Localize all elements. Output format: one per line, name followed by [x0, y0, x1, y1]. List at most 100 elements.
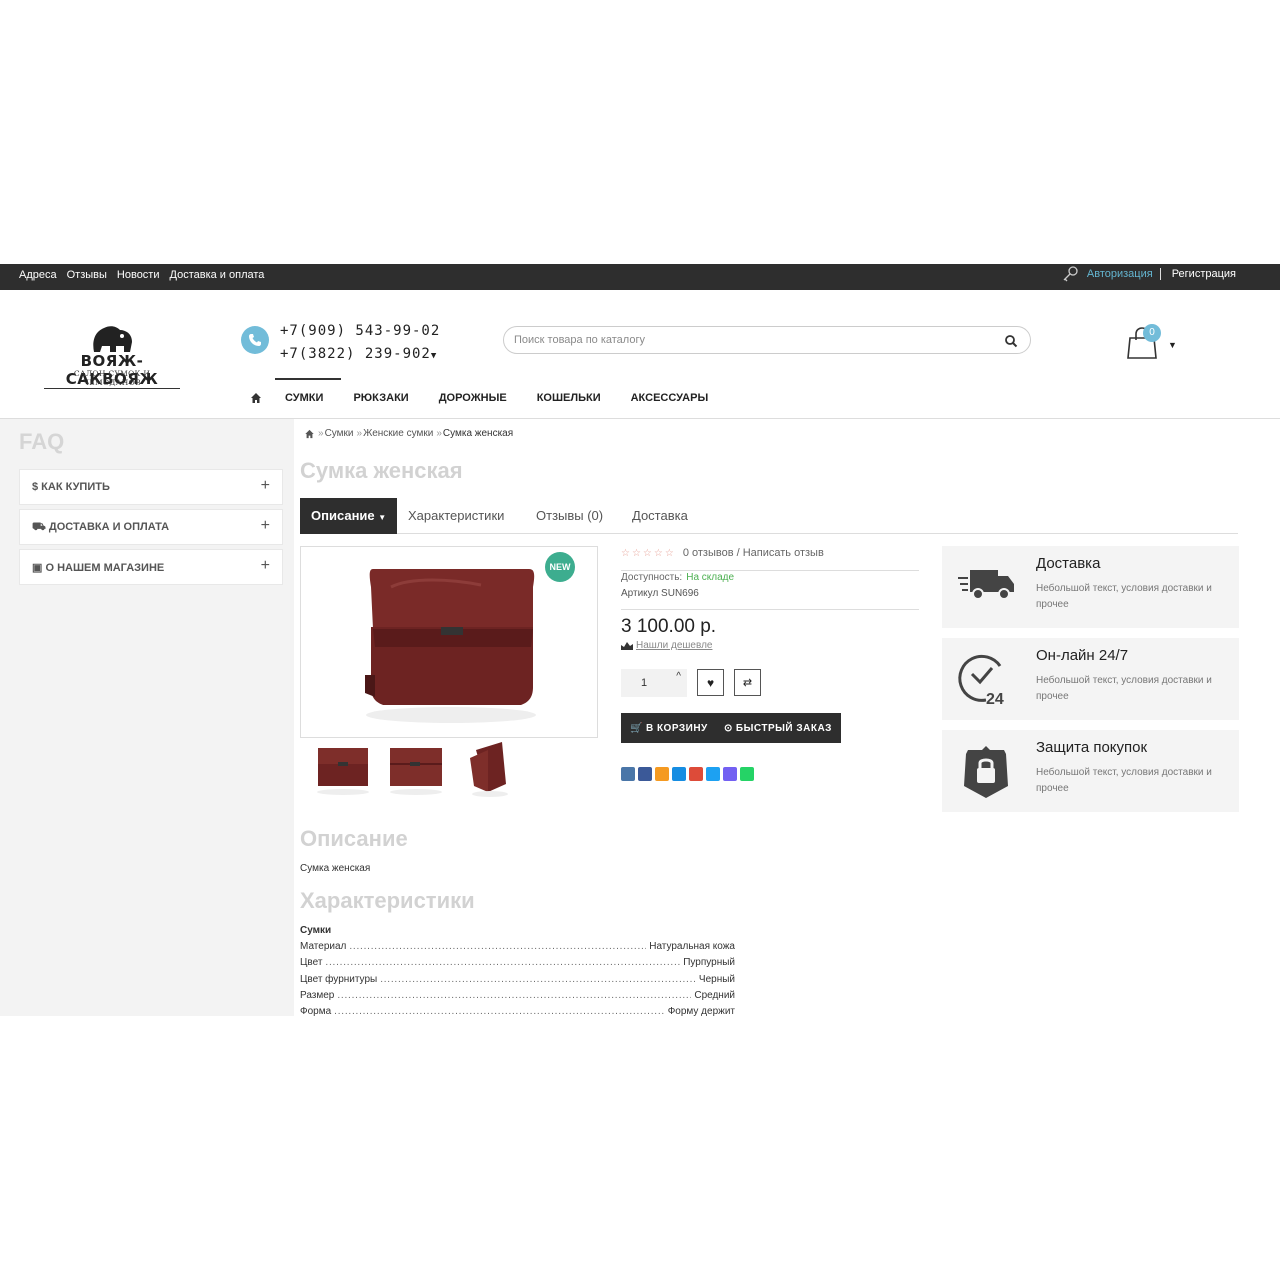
nav-item-wallets[interactable]: КОШЕЛЬКИ — [537, 392, 601, 404]
mailru-icon[interactable] — [672, 767, 686, 781]
breadcrumb: » Сумки » Женские сумки » Сумка женская — [304, 428, 513, 439]
phone-2-row[interactable]: +7(3822) 239-902▼ — [280, 343, 440, 368]
googleplus-icon[interactable] — [689, 767, 703, 781]
top-link-addresses[interactable]: Адреса — [19, 269, 57, 281]
spec-row: Размер Средний — [300, 990, 735, 1006]
faq-item-label-row: ▣ О НАШЕМ МАГАЗИНЕ — [32, 561, 164, 574]
spec-row: Материал Натуральная кожа — [300, 941, 735, 957]
rating-stars: ☆☆☆☆☆ — [621, 547, 676, 559]
product-rating: ☆☆☆☆☆ 0 отзывов / Написать отзыв — [621, 547, 824, 559]
faq-item-delivery[interactable]: ⛟ ДОСТАВКА И ОПЛАТА + — [19, 509, 283, 545]
tab-specs[interactable]: Характеристики — [408, 498, 504, 534]
tab-delivery[interactable]: Доставка — [632, 498, 688, 534]
dot-leader — [349, 941, 646, 952]
reviews-link[interactable]: 0 отзывов / Написать отзыв — [683, 547, 824, 559]
product-title: Сумка женская — [300, 458, 463, 483]
shield-lock-icon — [964, 746, 1008, 798]
dot-leader — [380, 974, 696, 985]
top-link-news[interactable]: Новости — [117, 269, 160, 281]
quantity-input[interactable] — [621, 675, 667, 691]
divider — [621, 570, 919, 571]
nav-item-bags[interactable]: СУМКИ — [285, 392, 323, 404]
thumbnail-2[interactable] — [384, 738, 450, 800]
breadcrumb-current: Сумка женская — [442, 428, 514, 439]
sidebar: FAQ $ КАК КУПИТЬ + ⛟ ДОСТАВКА И ОПЛАТА +… — [0, 419, 294, 1016]
twitter-icon[interactable] — [706, 767, 720, 781]
plus-icon[interactable]: + — [261, 477, 270, 495]
plus-icon[interactable]: + — [261, 517, 270, 535]
login-link[interactable]: Авторизация — [1087, 268, 1161, 280]
exchange-icon: ⇄ — [742, 677, 753, 689]
search-box — [503, 326, 1031, 354]
dot-leader — [337, 990, 691, 1001]
nav-item-accessories[interactable]: АКСЕССУАРЫ — [631, 392, 709, 404]
found-cheaper-label: Нашли дешевле — [636, 640, 713, 651]
found-cheaper-link[interactable]: Нашли дешевле — [621, 640, 712, 651]
chevron-up-icon[interactable]: ^ — [676, 671, 681, 682]
thumbnail-1[interactable] — [310, 738, 376, 800]
top-bar: Адреса Отзывы Новости Доставка и оплата … — [0, 264, 1280, 290]
product-tabs: Описание ▼ Характеристики Отзывы (0) Дос… — [300, 498, 1238, 534]
info-text: Небольшой текст, условия доставки и проч… — [1036, 583, 1212, 610]
top-link-delivery[interactable]: Доставка и оплата — [170, 269, 265, 281]
gift-icon: ▣ — [32, 562, 46, 574]
spec-row: Цвет фурнитуры Черный — [300, 974, 735, 990]
wishlist-button[interactable]: ♥ — [697, 669, 724, 696]
price: 3 100.00 р. — [621, 616, 717, 637]
tab-reviews[interactable]: Отзывы (0) — [536, 498, 603, 534]
plus-icon[interactable]: + — [261, 557, 270, 575]
search-input[interactable] — [514, 331, 984, 349]
search-icon[interactable] — [1004, 334, 1018, 348]
elephant-logo-icon — [93, 326, 132, 352]
phone-2[interactable]: +7(3822) 239-902 — [280, 346, 431, 362]
thumbnail-3[interactable] — [458, 738, 524, 800]
breadcrumb-link-womens[interactable]: Женские сумки — [363, 428, 433, 439]
facebook-icon[interactable] — [638, 767, 652, 781]
quick-order-button[interactable]: ⊙ БЫСТРЫЙ ЗАКАЗ — [715, 713, 841, 743]
compare-button[interactable]: ⇄ — [734, 669, 761, 696]
chevron-down-icon[interactable]: ▼ — [431, 351, 437, 361]
divider — [621, 609, 919, 610]
spec-row: Цвет Пурпурный — [300, 957, 735, 973]
vk-icon[interactable] — [621, 767, 635, 781]
info-block-protection: Защита покупок Небольшой текст, условия … — [942, 730, 1239, 812]
faq-item-how-to-buy[interactable]: $ КАК КУПИТЬ + — [19, 469, 283, 505]
spec-key: Цвет — [300, 957, 323, 969]
auth-links: Авторизация Регистрация — [1061, 265, 1236, 283]
cart-count-badge: 0 — [1143, 324, 1161, 342]
register-link[interactable]: Регистрация — [1161, 268, 1236, 280]
clock-icon: ⊙ — [724, 722, 733, 734]
cart-button[interactable]: 0 ▼ — [1126, 324, 1182, 362]
viber-icon[interactable] — [723, 767, 737, 781]
home-icon[interactable] — [250, 392, 262, 404]
info-title: Защита покупок — [1036, 739, 1148, 756]
spec-row: Форма Форму держит — [300, 1006, 735, 1016]
cart-dropdown-icon[interactable]: ▼ — [1168, 340, 1177, 350]
specs-table: Сумки Материал Натуральная кожа Цвет Пурпу… — [300, 925, 735, 1016]
new-badge: NEW — [545, 552, 575, 582]
whatsapp-icon[interactable] — [740, 767, 754, 781]
site-logo[interactable]: ВОЯЖ-САКВОЯЖ САЛОН СУМОК И ЧЕМОДАНОВ — [42, 320, 182, 389]
description-text: Сумка женская — [300, 863, 371, 874]
breadcrumb-separator: » — [318, 428, 324, 439]
info-title: Он-лайн 24/7 — [1036, 647, 1129, 664]
spec-key: Материал — [300, 941, 347, 952]
home-icon[interactable] — [304, 429, 315, 439]
nav-item-travel[interactable]: ДОРОЖНЫЕ — [439, 392, 507, 404]
odnoklassniki-icon[interactable] — [655, 767, 669, 781]
dot-leader — [325, 957, 680, 968]
nav-item-backpacks[interactable]: РЮКЗАКИ — [353, 392, 408, 404]
top-link-reviews[interactable]: Отзывы — [67, 269, 107, 281]
main-nav: СУМКИ РЮКЗАКИ ДОРОЖНЫЕ КОШЕЛЬКИ АКСЕССУА… — [250, 378, 738, 408]
breadcrumb-link-bags[interactable]: Сумки — [325, 428, 354, 439]
spec-key: Форма — [300, 1006, 332, 1016]
faq-item-about[interactable]: ▣ О НАШЕМ МАГАЗИНЕ + — [19, 549, 283, 585]
clock-24-icon: 24 — [958, 654, 1004, 706]
spec-value: Черный — [698, 973, 735, 985]
add-to-cart-button[interactable]: 🛒 В КОРЗИНУ — [621, 713, 717, 743]
tab-description-label: Описание — [311, 508, 375, 523]
svg-text:24: 24 — [986, 691, 1004, 706]
phone-1[interactable]: +7(909) 543-99-02 — [280, 320, 440, 343]
tab-description[interactable]: Описание ▼ — [300, 498, 398, 534]
availability-label: Доступность: — [621, 572, 683, 583]
